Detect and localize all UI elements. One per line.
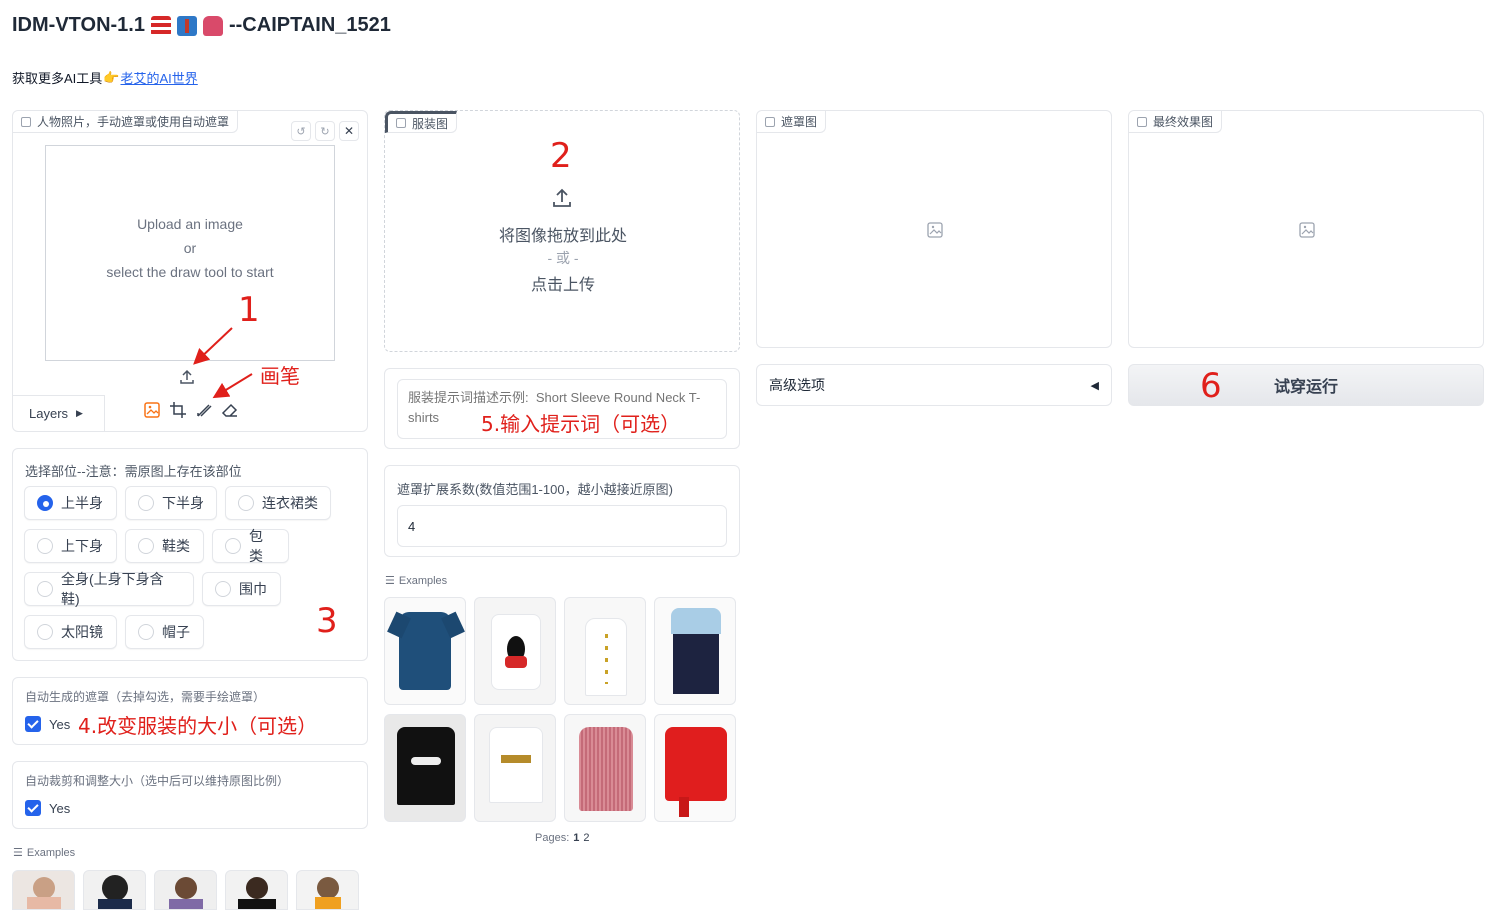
annotation-arrows — [193, 327, 253, 399]
